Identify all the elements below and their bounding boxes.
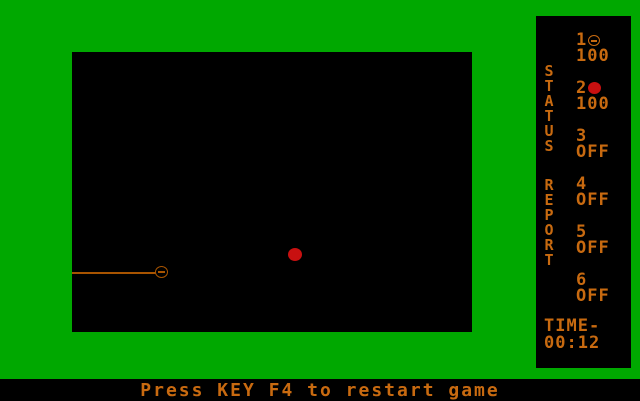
player-slot-5: 5 OFF [576,222,610,258]
player-slot-6: 6 OFF [576,270,610,306]
report-title: REPORT [544,176,554,269]
player-slot-3: 3 OFF [576,126,610,162]
player-slot-4: 4 OFF [576,174,610,210]
player-ball-icon [588,34,601,46]
timer: TIME- 00:12 [544,318,600,352]
game-arena [72,52,472,332]
red-ball-icon [588,82,602,94]
status-panel: STATUS REPORT 1 100 2 100 3 OFF 4 OFF 5 … [536,16,631,368]
status-title: STATUS [544,62,554,155]
footer-message: Press KEY F4 to restart game [140,380,500,401]
timer-value: 00:12 [544,333,601,353]
player-slot-2: 2 100 [576,78,610,114]
player-trail [72,272,156,274]
player-slot-1: 1 100 [576,30,610,66]
player-ball-icon [155,266,168,278]
red-ball-icon [288,248,302,261]
